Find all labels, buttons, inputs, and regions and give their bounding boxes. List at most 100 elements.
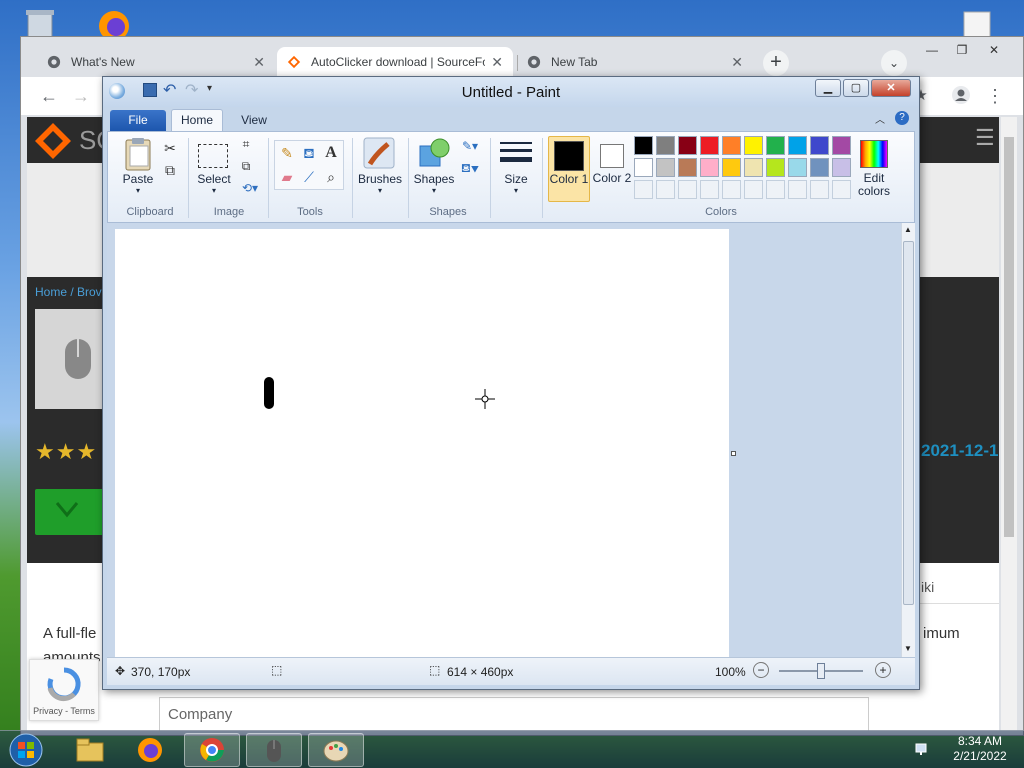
custom-color-slot[interactable]	[722, 180, 741, 199]
wiki-link[interactable]: iki	[921, 579, 934, 595]
color-swatch[interactable]	[656, 136, 675, 155]
back-arrow-icon[interactable]: ←	[37, 85, 61, 109]
custom-color-slot[interactable]	[832, 180, 851, 199]
cut-icon[interactable]: ✂	[160, 138, 180, 158]
color-swatch[interactable]	[744, 158, 763, 177]
color-swatch[interactable]	[810, 158, 829, 177]
tab-search-chevron-icon[interactable]: ⌄	[881, 50, 907, 76]
color-swatch[interactable]	[700, 158, 719, 177]
pencil-icon[interactable]: ✎	[277, 143, 297, 163]
recaptcha-links[interactable]: Privacy - Terms	[30, 706, 98, 716]
color-swatch[interactable]	[788, 158, 807, 177]
close-icon[interactable]: ✕	[731, 54, 743, 71]
color-picker-icon[interactable]: ⟋	[299, 167, 319, 187]
color-swatch[interactable]	[810, 136, 829, 155]
edit-colors-button[interactable]: Edit colors	[854, 136, 894, 202]
paint-minimize-button[interactable]: ▁	[815, 79, 841, 97]
firefox-taskbar-icon[interactable]	[122, 733, 178, 767]
canvas-resize-handle[interactable]	[731, 451, 736, 456]
explorer-taskbar-icon[interactable]	[62, 733, 118, 767]
color-swatch[interactable]	[744, 136, 763, 155]
custom-color-slot[interactable]	[678, 180, 697, 199]
help-icon[interactable]: ?	[895, 111, 909, 125]
color-swatch[interactable]	[634, 136, 653, 155]
rotate-icon[interactable]: ⟲▾	[240, 178, 260, 198]
color-swatch[interactable]	[766, 136, 785, 155]
eraser-icon[interactable]: ▰	[277, 167, 297, 187]
paint-titlebar[interactable]: ↶ ↷ ▾ Untitled - Paint ▁ ▢ ✕	[103, 77, 919, 107]
copy-icon[interactable]: ⧉	[160, 160, 180, 180]
select-button[interactable]: Select ▾	[194, 136, 234, 198]
page-scrollbar[interactable]	[1001, 117, 1017, 731]
zoom-slider[interactable]	[779, 663, 863, 679]
tab-file[interactable]: File	[110, 110, 166, 131]
color-swatch[interactable]	[656, 158, 675, 177]
color-swatch[interactable]	[832, 136, 851, 155]
hamburger-menu-icon[interactable]: ☰	[975, 125, 995, 151]
color-swatch[interactable]	[832, 158, 851, 177]
paste-button[interactable]: Paste ▾	[116, 136, 160, 198]
paint-taskbar-icon[interactable]	[308, 733, 364, 767]
fill-icon[interactable]: ⛾▾	[460, 158, 480, 178]
chrome-minimize-button[interactable]: —	[917, 41, 947, 59]
close-icon[interactable]: ✕	[491, 54, 503, 71]
paint-close-button[interactable]: ✕	[871, 79, 911, 97]
crop-icon[interactable]: ⌗	[236, 134, 256, 154]
canvas-vertical-scrollbar[interactable]: ▲ ▼	[901, 223, 915, 657]
color-swatch[interactable]	[788, 136, 807, 155]
scroll-thumb[interactable]	[903, 241, 914, 605]
magnifier-icon[interactable]: ⌕	[321, 167, 341, 187]
color-swatch[interactable]	[722, 158, 741, 177]
custom-color-slot[interactable]	[788, 180, 807, 199]
color1-button[interactable]: Color 1	[548, 136, 590, 202]
chrome-menu-kebab-icon[interactable]: ⋮	[983, 85, 1007, 109]
zoom-slider-thumb[interactable]	[817, 663, 825, 679]
tab-whats-new[interactable]: What's New ✕	[37, 47, 275, 77]
drawing-canvas[interactable]	[115, 229, 729, 657]
color-swatch[interactable]	[700, 136, 719, 155]
color-swatch[interactable]	[722, 136, 741, 155]
color-swatch[interactable]	[766, 158, 785, 177]
minimize-ribbon-icon[interactable]: ︿	[875, 111, 885, 126]
breadcrumb[interactable]: Home / Brov	[35, 285, 102, 299]
tab-new-tab[interactable]: New Tab ✕	[517, 47, 753, 77]
custom-color-slot[interactable]	[700, 180, 719, 199]
forward-arrow-icon[interactable]: →	[69, 85, 93, 109]
new-tab-button[interactable]: +	[763, 50, 789, 76]
color-swatch[interactable]	[678, 158, 697, 177]
start-button[interactable]	[4, 733, 48, 767]
color2-button[interactable]: Color 2	[592, 136, 632, 202]
company-input[interactable]: Company	[159, 697, 869, 731]
sourceforge-logo-icon[interactable]	[33, 121, 73, 161]
recaptcha-badge[interactable]: Privacy - Terms	[29, 659, 99, 721]
tab-autoclicker[interactable]: AutoClicker download | SourceFo ✕	[277, 47, 513, 77]
page-scrollbar-thumb[interactable]	[1004, 137, 1014, 537]
tab-home[interactable]: Home	[171, 109, 223, 132]
network-icon[interactable]	[914, 741, 930, 757]
text-icon[interactable]: A	[321, 143, 341, 163]
scroll-down-icon[interactable]: ▼	[904, 644, 912, 653]
autoclicker-taskbar-icon[interactable]	[246, 733, 302, 767]
resize-icon[interactable]: ⧉	[236, 156, 256, 176]
custom-color-slot[interactable]	[656, 180, 675, 199]
custom-color-slot[interactable]	[810, 180, 829, 199]
profile-avatar-icon[interactable]	[949, 85, 973, 109]
outline-icon[interactable]: ✎▾	[460, 136, 480, 156]
chrome-taskbar-icon[interactable]	[184, 733, 240, 767]
scroll-up-icon[interactable]: ▲	[904, 225, 912, 234]
chrome-close-button[interactable]: ✕	[979, 41, 1009, 59]
size-button[interactable]: Size ▾	[496, 136, 536, 202]
brushes-button[interactable]: Brushes ▾	[358, 136, 402, 202]
chrome-restore-button[interactable]: ❐	[947, 41, 977, 59]
custom-color-slot[interactable]	[744, 180, 763, 199]
zoom-in-icon[interactable]: +	[875, 662, 891, 678]
paint-maximize-button[interactable]: ▢	[843, 79, 869, 97]
custom-color-slot[interactable]	[634, 180, 653, 199]
close-icon[interactable]: ✕	[253, 54, 265, 71]
color-swatch[interactable]	[678, 136, 697, 155]
color-swatch[interactable]	[634, 158, 653, 177]
system-clock[interactable]: 8:34 AM 2/21/2022	[940, 734, 1020, 764]
custom-color-slot[interactable]	[766, 180, 785, 199]
fill-bucket-icon[interactable]: ⛾	[299, 143, 319, 163]
tab-view[interactable]: View	[231, 110, 277, 131]
